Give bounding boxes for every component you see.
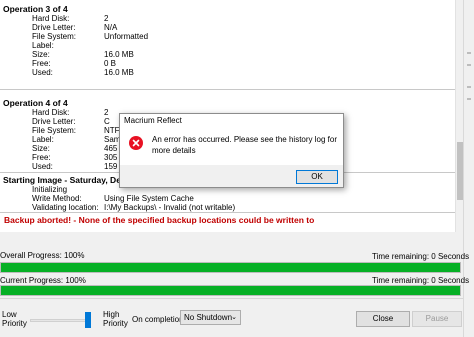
dialog-body: An error has occurred. Please see the hi… bbox=[120, 128, 343, 165]
high-priority-label: High Priority bbox=[103, 310, 128, 328]
backup-aborted-message: Backup aborted! - None of the specified … bbox=[4, 215, 315, 225]
operation-4-title: Operation 4 of 4 bbox=[3, 98, 68, 108]
divider bbox=[0, 89, 456, 90]
starting-image-title: Starting Image - Saturday, Decem bbox=[3, 175, 138, 185]
current-time-remaining: Time remaining: 0 Seconds bbox=[372, 276, 470, 285]
current-progress-fill bbox=[1, 286, 460, 295]
error-dialog: Macrium Reflect An error has occurred. P… bbox=[119, 113, 344, 188]
dialog-message: An error has occurred. Please see the hi… bbox=[152, 135, 337, 155]
chevron-down-icon: ⌄ bbox=[231, 314, 237, 321]
detail-row: Hard Disk: 2 bbox=[32, 14, 109, 23]
current-progress-bar bbox=[0, 285, 461, 296]
divider bbox=[0, 298, 463, 299]
detail-row: Size: 16.0 MB bbox=[32, 50, 134, 59]
detail-row: Label: Sam bbox=[32, 135, 121, 144]
detail-row: Write Method: Using File System Cache bbox=[32, 194, 194, 203]
dialog-title: Macrium Reflect bbox=[120, 114, 343, 128]
operation-3-title: Operation 3 of 4 bbox=[3, 4, 68, 14]
detail-row: Size: 465 bbox=[32, 144, 118, 153]
edge-mark bbox=[467, 64, 471, 66]
detail-row: File System: NTF bbox=[32, 126, 120, 135]
overall-time-remaining: Time remaining: 0 Seconds bbox=[372, 252, 470, 261]
detail-row: File System: Unformatted bbox=[32, 32, 149, 41]
error-x-glyph bbox=[132, 139, 140, 147]
divider bbox=[0, 212, 456, 213]
low-priority-label: Low Priority bbox=[2, 310, 27, 328]
detail-row: Initializing bbox=[32, 185, 68, 194]
overall-progress-label: Overall Progress: 100% bbox=[0, 251, 85, 260]
detail-row: Drive Letter: C bbox=[32, 117, 110, 126]
on-completion-select[interactable]: No Shutdown ⌄ bbox=[180, 310, 241, 325]
detail-row: Drive Letter: N/A bbox=[32, 23, 118, 32]
ok-button[interactable]: OK bbox=[296, 170, 338, 184]
dialog-footer: OK bbox=[120, 165, 343, 187]
on-completion-value: No Shutdown bbox=[184, 313, 233, 322]
detail-row: Used: 159 bbox=[32, 162, 118, 171]
detail-row: Used: 16.0 MB bbox=[32, 68, 134, 77]
detail-row: Validating location: I:\My Backups\ - Inv… bbox=[32, 203, 236, 212]
edge-mark bbox=[467, 52, 471, 54]
overall-progress-bar bbox=[0, 262, 461, 273]
close-button[interactable]: Close bbox=[356, 311, 410, 327]
edge-mark bbox=[467, 86, 471, 88]
detail-row: Free: 305 bbox=[32, 153, 118, 162]
priority-slider-thumb[interactable] bbox=[85, 312, 91, 328]
detail-row: Hard Disk: 2 bbox=[32, 108, 109, 117]
current-progress-label: Current Progress: 100% bbox=[0, 276, 86, 285]
on-completion-label: On completion bbox=[132, 315, 184, 324]
window-edge bbox=[463, 0, 474, 337]
error-icon bbox=[129, 136, 143, 150]
edge-mark bbox=[467, 98, 471, 100]
pause-button[interactable]: Pause bbox=[412, 311, 462, 327]
priority-slider-track bbox=[30, 319, 90, 322]
overall-progress-fill bbox=[1, 263, 460, 272]
detail-row: Free: 0 B bbox=[32, 59, 117, 68]
priority-slider[interactable] bbox=[30, 312, 94, 328]
detail-row: Label: bbox=[32, 41, 54, 50]
log-scrollbar[interactable] bbox=[455, 0, 463, 232]
